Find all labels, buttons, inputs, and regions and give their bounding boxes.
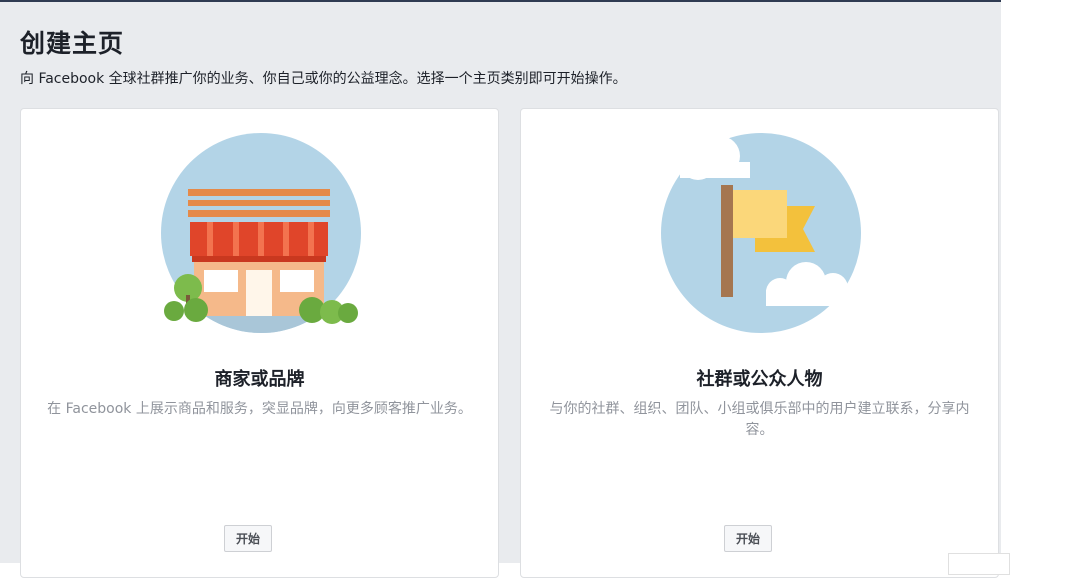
corner-overlay (948, 553, 1010, 575)
community-public-figure-card[interactable]: 社群或公众人物 与你的社群、组织、团队、小组或俱乐部中的用户建立联系，分享内容。… (520, 108, 999, 578)
page-title: 创建主页 (20, 29, 125, 58)
start-button[interactable]: 开始 (724, 525, 772, 552)
create-page-panel: 创建主页 向 Facebook 全球社群推广你的业务、你自己或你的公益理念。选择… (0, 2, 1001, 578)
page-subtitle: 向 Facebook 全球社群推广你的业务、你自己或你的公益理念。选择一个主页类… (20, 71, 627, 87)
business-brand-card[interactable]: 商家或品牌 在 Facebook 上展示商品和服务，突显品牌，向更多顾客推广业务… (20, 108, 499, 578)
card-title: 社群或公众人物 (696, 369, 823, 390)
card-title: 商家或品牌 (214, 369, 305, 390)
start-button[interactable]: 开始 (224, 525, 272, 552)
card-description: 在 Facebook 上展示商品和服务，突显品牌，向更多顾客推广业务。 (47, 401, 472, 417)
flag-icon (661, 133, 864, 333)
storefront-icon (161, 133, 361, 333)
card-description: 与你的社群、组织、团队、小组或俱乐部中的用户建立联系，分享内容。 (549, 401, 970, 438)
